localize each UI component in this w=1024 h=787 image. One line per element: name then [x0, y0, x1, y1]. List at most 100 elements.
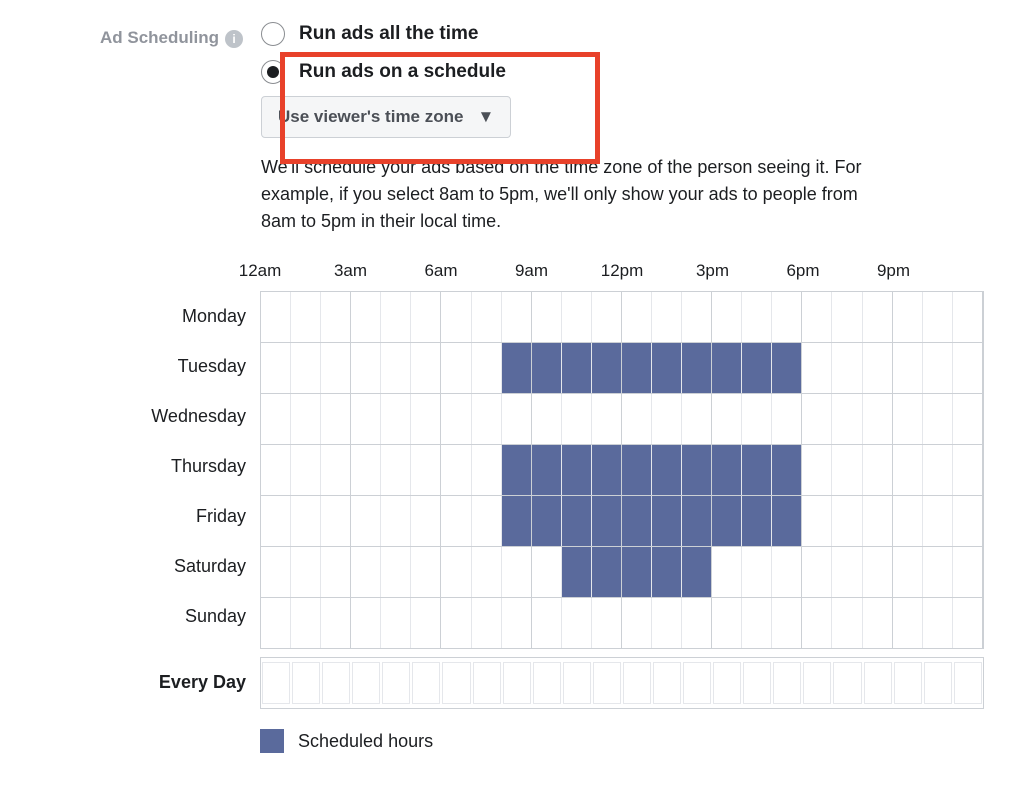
- schedule-cell[interactable]: [863, 292, 893, 342]
- schedule-cell[interactable]: [953, 445, 983, 495]
- schedule-cell[interactable]: [953, 547, 983, 597]
- schedule-cell[interactable]: [441, 496, 471, 546]
- schedule-cell[interactable]: [772, 445, 802, 495]
- schedule-cell[interactable]: [411, 547, 441, 597]
- schedule-cell[interactable]: [592, 292, 622, 342]
- schedule-cell[interactable]: [441, 343, 471, 393]
- schedule-cell[interactable]: [712, 394, 742, 444]
- schedule-cell[interactable]: [381, 598, 411, 648]
- schedule-cell[interactable]: [953, 343, 983, 393]
- schedule-cell[interactable]: [592, 445, 622, 495]
- schedule-cell[interactable]: [261, 547, 291, 597]
- schedule-cell[interactable]: [742, 343, 772, 393]
- schedule-cell[interactable]: [832, 394, 862, 444]
- schedule-cell[interactable]: [772, 394, 802, 444]
- schedule-cell[interactable]: [592, 598, 622, 648]
- schedule-cell[interactable]: [893, 547, 923, 597]
- schedule-cell[interactable]: [893, 394, 923, 444]
- schedule-cell[interactable]: [772, 598, 802, 648]
- schedule-cell[interactable]: [472, 394, 502, 444]
- schedule-cell[interactable]: [261, 496, 291, 546]
- schedule-cell[interactable]: [532, 496, 562, 546]
- schedule-cell[interactable]: [923, 547, 953, 597]
- radio-run-schedule[interactable]: [261, 60, 285, 84]
- schedule-cell[interactable]: [893, 496, 923, 546]
- schedule-cell[interactable]: [893, 598, 923, 648]
- schedule-cell[interactable]: [622, 292, 652, 342]
- schedule-cell[interactable]: [261, 343, 291, 393]
- schedule-cell[interactable]: [802, 394, 832, 444]
- schedule-cell[interactable]: [321, 547, 351, 597]
- schedule-cell[interactable]: [532, 292, 562, 342]
- every-day-cell[interactable]: [653, 662, 681, 704]
- schedule-cell[interactable]: [742, 547, 772, 597]
- every-day-cell[interactable]: [803, 662, 831, 704]
- schedule-cell[interactable]: [893, 343, 923, 393]
- schedule-cell[interactable]: [622, 445, 652, 495]
- schedule-cell[interactable]: [351, 292, 381, 342]
- schedule-cell[interactable]: [472, 445, 502, 495]
- schedule-cell[interactable]: [321, 496, 351, 546]
- every-day-cell[interactable]: [894, 662, 922, 704]
- schedule-cell[interactable]: [742, 496, 772, 546]
- schedule-cell[interactable]: [682, 394, 712, 444]
- schedule-cell[interactable]: [592, 496, 622, 546]
- schedule-cell[interactable]: [502, 496, 532, 546]
- schedule-cell[interactable]: [351, 343, 381, 393]
- schedule-cell[interactable]: [682, 547, 712, 597]
- every-day-cell[interactable]: [412, 662, 440, 704]
- schedule-cell[interactable]: [291, 445, 321, 495]
- schedule-cell[interactable]: [953, 292, 983, 342]
- schedule-cell[interactable]: [562, 496, 592, 546]
- every-day-cell[interactable]: [533, 662, 561, 704]
- schedule-cell[interactable]: [291, 598, 321, 648]
- every-day-cell[interactable]: [954, 662, 982, 704]
- schedule-cell[interactable]: [923, 343, 953, 393]
- schedule-cell[interactable]: [893, 292, 923, 342]
- schedule-cell[interactable]: [923, 445, 953, 495]
- schedule-cell[interactable]: [351, 547, 381, 597]
- schedule-cell[interactable]: [923, 292, 953, 342]
- schedule-cell[interactable]: [832, 496, 862, 546]
- schedule-cell[interactable]: [441, 445, 471, 495]
- schedule-cell[interactable]: [712, 496, 742, 546]
- schedule-cell[interactable]: [622, 547, 652, 597]
- schedule-cell[interactable]: [472, 547, 502, 597]
- schedule-cell[interactable]: [321, 343, 351, 393]
- schedule-cell[interactable]: [411, 343, 441, 393]
- schedule-cell[interactable]: [261, 292, 291, 342]
- schedule-cell[interactable]: [712, 547, 742, 597]
- schedule-cell[interactable]: [321, 598, 351, 648]
- schedule-cell[interactable]: [832, 343, 862, 393]
- every-day-cell[interactable]: [382, 662, 410, 704]
- schedule-cell[interactable]: [562, 292, 592, 342]
- schedule-cell[interactable]: [562, 445, 592, 495]
- schedule-cell[interactable]: [562, 547, 592, 597]
- schedule-cell[interactable]: [291, 496, 321, 546]
- schedule-cell[interactable]: [562, 343, 592, 393]
- schedule-cell[interactable]: [472, 598, 502, 648]
- schedule-cell[interactable]: [592, 547, 622, 597]
- schedule-cell[interactable]: [772, 292, 802, 342]
- schedule-cell[interactable]: [682, 496, 712, 546]
- every-day-row[interactable]: [260, 657, 984, 709]
- schedule-cell[interactable]: [502, 292, 532, 342]
- every-day-cell[interactable]: [924, 662, 952, 704]
- schedule-cell[interactable]: [712, 445, 742, 495]
- schedule-cell[interactable]: [532, 343, 562, 393]
- every-day-cell[interactable]: [743, 662, 771, 704]
- every-day-cell[interactable]: [623, 662, 651, 704]
- schedule-cell[interactable]: [923, 496, 953, 546]
- schedule-cell[interactable]: [742, 394, 772, 444]
- schedule-cell[interactable]: [712, 292, 742, 342]
- schedule-cell[interactable]: [502, 394, 532, 444]
- schedule-cell[interactable]: [712, 343, 742, 393]
- schedule-cell[interactable]: [802, 343, 832, 393]
- every-day-cell[interactable]: [593, 662, 621, 704]
- schedule-cell[interactable]: [532, 394, 562, 444]
- schedule-cell[interactable]: [953, 394, 983, 444]
- schedule-cell[interactable]: [682, 445, 712, 495]
- schedule-cell[interactable]: [712, 598, 742, 648]
- schedule-cell[interactable]: [863, 496, 893, 546]
- schedule-cell[interactable]: [502, 598, 532, 648]
